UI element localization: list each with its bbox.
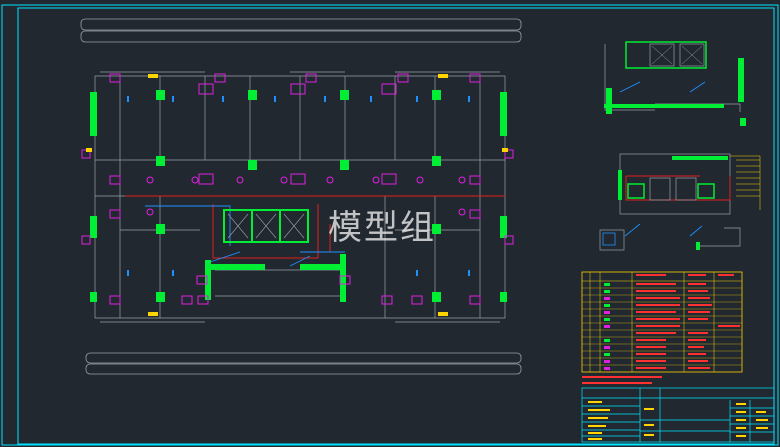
elevator-crosses xyxy=(227,213,305,239)
sprinkler-heads xyxy=(127,96,470,276)
plumbing-fixtures xyxy=(81,73,514,305)
label-tags xyxy=(86,74,508,316)
top-balcony-rails xyxy=(80,18,522,43)
detail-middle-right xyxy=(599,153,761,251)
title-block-text-marks xyxy=(588,401,768,440)
watermark-text: 模型组 xyxy=(328,208,436,248)
legend-table xyxy=(581,271,743,384)
bottom-balcony-rails xyxy=(85,352,522,375)
red-pipe-network xyxy=(125,195,505,259)
floor-plan-walls xyxy=(94,71,506,323)
title-block xyxy=(581,387,775,443)
detail-top-right xyxy=(604,41,746,126)
